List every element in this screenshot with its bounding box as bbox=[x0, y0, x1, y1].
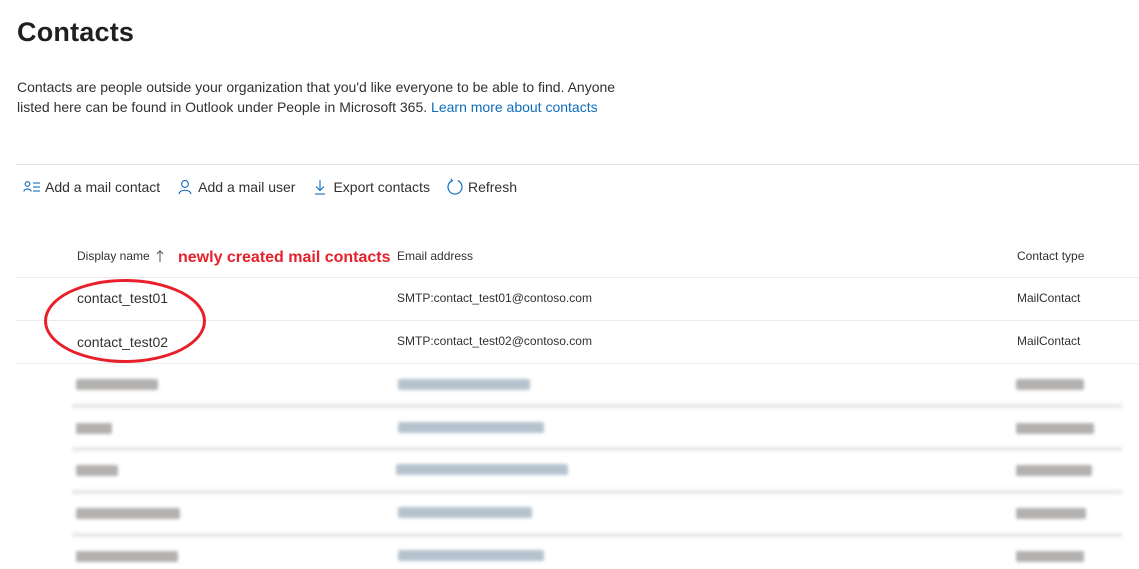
blurred-separator bbox=[72, 447, 1122, 451]
add-mail-contact-label: Add a mail contact bbox=[45, 179, 161, 195]
toolbar: Add a mail contact Add a mail user Expor… bbox=[22, 175, 532, 199]
row-divider bbox=[16, 363, 1139, 364]
contact-type: MailContact bbox=[1017, 334, 1081, 348]
blurred-email bbox=[396, 464, 568, 475]
contact-email: SMTP:contact_test01@contoso.com bbox=[397, 291, 592, 305]
blurred-name bbox=[76, 551, 178, 562]
learn-more-link[interactable]: Learn more about contacts bbox=[431, 99, 598, 115]
blurred-type bbox=[1016, 379, 1084, 390]
download-arrow-icon bbox=[310, 177, 330, 197]
contact-email: SMTP:contact_test02@contoso.com bbox=[397, 334, 592, 348]
export-contacts-label: Export contacts bbox=[333, 179, 430, 195]
blurred-name bbox=[76, 508, 180, 519]
annotation-circle bbox=[44, 279, 206, 363]
header-row-divider bbox=[16, 277, 1139, 278]
export-contacts-button[interactable]: Export contacts bbox=[310, 175, 430, 199]
annotation-label: newly created mail contacts bbox=[178, 249, 391, 266]
contact-type: MailContact bbox=[1017, 291, 1081, 305]
add-mail-user-button[interactable]: Add a mail user bbox=[175, 175, 295, 199]
add-mail-contact-button[interactable]: Add a mail contact bbox=[22, 175, 160, 199]
blurred-separator bbox=[72, 404, 1122, 408]
column-header-contact-type[interactable]: Contact type bbox=[1017, 249, 1084, 263]
blurred-type bbox=[1016, 508, 1086, 519]
contact-list-icon bbox=[22, 177, 42, 197]
blurred-name bbox=[76, 465, 118, 476]
blurred-email bbox=[398, 550, 544, 561]
blurred-email bbox=[398, 422, 544, 433]
blurred-name bbox=[76, 379, 158, 390]
page-description: Contacts are people outside your organiz… bbox=[17, 77, 637, 117]
blurred-type bbox=[1016, 551, 1084, 562]
blurred-email bbox=[398, 507, 532, 518]
blurred-type bbox=[1016, 423, 1094, 434]
add-mail-user-label: Add a mail user bbox=[198, 179, 296, 195]
blurred-separator bbox=[72, 533, 1122, 537]
blurred-separator bbox=[72, 490, 1122, 494]
divider bbox=[16, 164, 1139, 165]
refresh-icon bbox=[445, 177, 465, 197]
column-header-email[interactable]: Email address bbox=[397, 249, 473, 263]
blurred-type bbox=[1016, 465, 1092, 476]
refresh-label: Refresh bbox=[467, 179, 517, 195]
person-icon bbox=[175, 177, 195, 197]
refresh-button[interactable]: Refresh bbox=[445, 175, 517, 199]
blurred-name bbox=[76, 423, 112, 434]
blurred-email bbox=[398, 379, 530, 390]
sort-ascending-arrow-icon[interactable] bbox=[156, 249, 164, 268]
column-header-display-name[interactable]: Display name bbox=[77, 249, 150, 263]
page-title: Contacts bbox=[17, 17, 135, 47]
